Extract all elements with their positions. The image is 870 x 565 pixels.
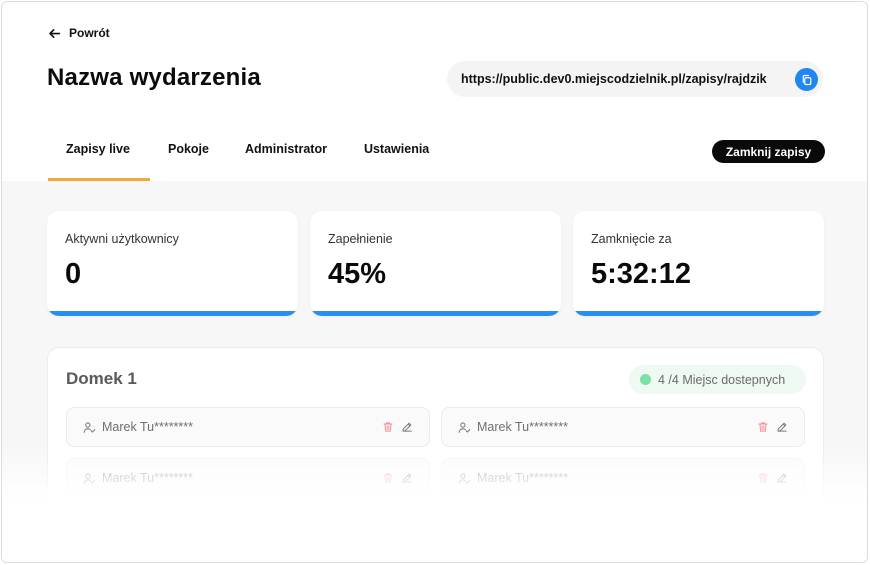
tab-bar: Zapisy live Pokoje Administrator Ustawie… [48, 130, 429, 181]
close-signups-button[interactable]: Zamknij zapisy [712, 140, 825, 163]
main-content: Aktywni użytkownicy 0 Zapełnienie 45% Za… [2, 181, 867, 562]
copy-url-button[interactable] [795, 68, 818, 91]
edit-icon[interactable] [776, 472, 788, 484]
status-dot-icon [640, 374, 651, 385]
back-label: Powrót [69, 26, 110, 40]
tab-pokoje[interactable]: Pokoje [168, 130, 209, 181]
app-window: Powrót Nazwa wydarzenia https://public.d… [1, 1, 868, 563]
edit-icon[interactable] [401, 472, 413, 484]
trash-icon[interactable] [382, 421, 394, 433]
stat-card-active-users: Aktywni użytkownicy 0 [47, 211, 298, 316]
public-url-text: https://public.dev0.miejscodzielnik.pl/z… [461, 72, 767, 86]
user-check-icon [458, 421, 471, 433]
tab-administrator[interactable]: Administrator [245, 130, 327, 181]
trash-icon[interactable] [757, 421, 769, 433]
room-name: Domek 1 [66, 369, 137, 388]
member-name: Marek Tu******** [102, 420, 194, 434]
member-name: Marek Tu******** [477, 420, 569, 434]
back-link[interactable]: Powrót [48, 26, 110, 40]
user-check-icon [458, 472, 471, 484]
member-name: Marek Tu******** [102, 471, 194, 485]
page-header: Powrót Nazwa wydarzenia https://public.d… [2, 2, 867, 181]
stat-value: 45% [328, 258, 387, 290]
user-check-icon [83, 421, 96, 433]
user-check-icon [83, 472, 96, 484]
stat-value: 5:32:12 [591, 258, 691, 290]
trash-icon[interactable] [757, 472, 769, 484]
stat-label: Zapełnienie [328, 232, 393, 246]
trash-icon[interactable] [382, 472, 394, 484]
arrow-left-icon [49, 28, 61, 38]
stat-card-occupancy: Zapełnienie 45% [310, 211, 561, 316]
room-card: Domek 1 4 /4 Miejsc dostepnych Marek Tu*… [47, 347, 824, 562]
member-row: Marek Tu******** [441, 458, 805, 498]
stat-label: Aktywni użytkownicy [65, 232, 179, 246]
tab-ustawienia[interactable]: Ustawienia [364, 130, 429, 181]
availability-text: 4 /4 Miejsc dostepnych [658, 372, 786, 387]
stat-value: 0 [65, 258, 82, 290]
tab-zapisy-live[interactable]: Zapisy live [48, 130, 150, 181]
stat-label: Zamknięcie za [591, 232, 672, 246]
member-name: Marek Tu******** [477, 471, 569, 485]
member-row: Marek Tu******** [441, 407, 805, 447]
edit-icon[interactable] [401, 421, 413, 433]
member-row: Marek Tu******** [66, 407, 430, 447]
public-url-field: https://public.dev0.miejscodzielnik.pl/z… [447, 61, 823, 97]
stat-card-closing-time: Zamknięcie za 5:32:12 [573, 211, 824, 316]
copy-icon [802, 74, 811, 85]
page-title: Nazwa wydarzenia [47, 64, 261, 91]
availability-badge: 4 /4 Miejsc dostepnych [629, 365, 806, 394]
member-row: Marek Tu******** [66, 458, 430, 498]
edit-icon[interactable] [776, 421, 788, 433]
